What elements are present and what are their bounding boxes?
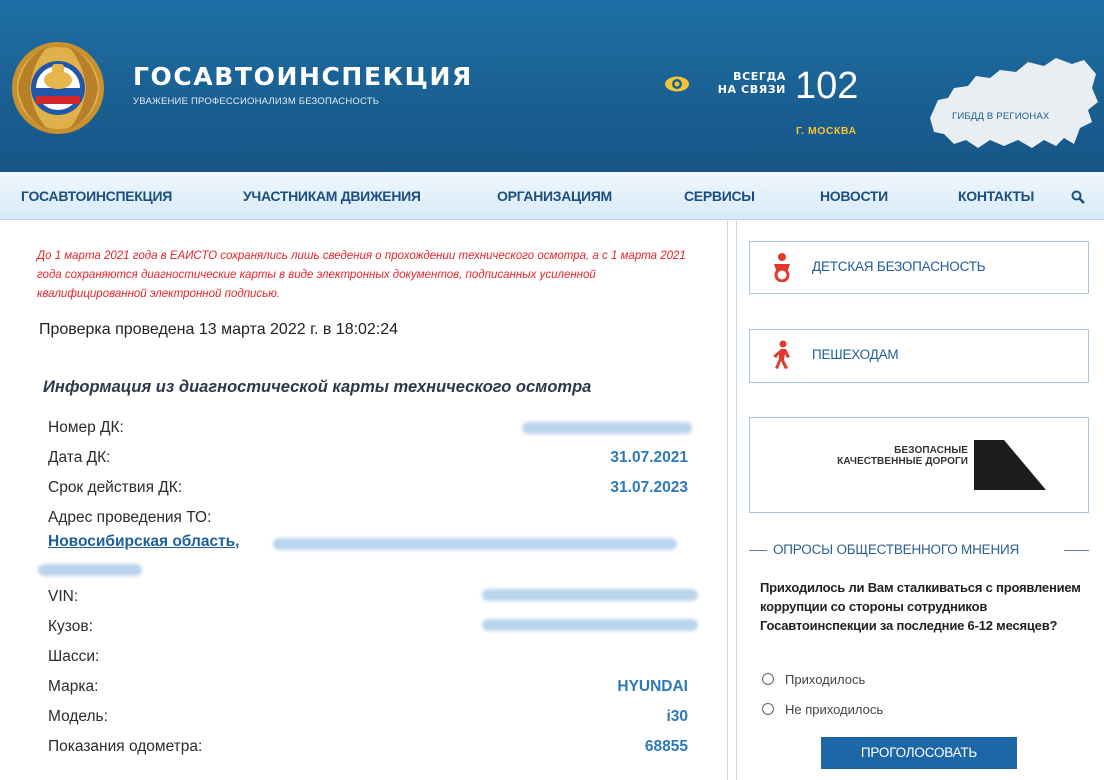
poll-question: Приходилось ли Вам сталкиваться с проявл… bbox=[760, 580, 1081, 633]
phone-caption-line2: НА СВЯЗИ bbox=[717, 83, 786, 96]
info-title: Информация из диагностической карты техн… bbox=[43, 378, 592, 396]
quality-roads-text: БЕЗОПАСНЫЕ КАЧЕСТВЕННЫЕ ДОРОГИ bbox=[812, 445, 968, 467]
brand-value: HYUNDAI bbox=[617, 678, 688, 695]
redacted-address-line2 bbox=[38, 564, 142, 576]
nav-item-news[interactable]: НОВОСТИ bbox=[820, 188, 888, 204]
nav-item-contacts[interactable]: КОНТАКТЫ bbox=[958, 188, 1034, 204]
phone-city[interactable]: Г. МОСКВА bbox=[796, 125, 857, 137]
radio-option-yes-label[interactable]: Приходилось bbox=[785, 672, 865, 687]
phone-number[interactable]: 102 bbox=[795, 64, 858, 108]
odometer-label: Показания одометра: bbox=[48, 738, 203, 755]
eaisto-notice: До 1 марта 2021 года в ЕАИСТО сохранялис… bbox=[37, 250, 686, 300]
quality-roads-line2: КАЧЕСТВЕННЫЕ ДОРОГИ bbox=[837, 456, 968, 467]
dk-date-label: Дата ДК: bbox=[48, 449, 111, 466]
model-label: Модель: bbox=[48, 708, 108, 725]
redacted-body bbox=[482, 619, 698, 631]
national-project-icon bbox=[974, 440, 1046, 490]
brand-label: Марка: bbox=[48, 678, 99, 695]
quality-roads-line1: БЕЗОПАСНЫЕ bbox=[894, 445, 968, 456]
dk-valid-label: Срок действия ДК: bbox=[48, 479, 183, 496]
brand-subtitle: УВАЖЕНИЕ ПРОФЕССИОНАЛИЗМ БЕЗОПАСНОСТЬ bbox=[133, 96, 380, 107]
redacted-address-line1 bbox=[273, 538, 677, 550]
dk-number-label: Номер ДК: bbox=[48, 419, 124, 436]
sidebar-divider bbox=[736, 221, 737, 780]
dk-valid-value: 31.07.2023 bbox=[610, 479, 688, 496]
phone-caption: ВСЕГДА НА СВЯЗИ bbox=[708, 70, 786, 96]
pedestrians-label: ПЕШЕХОДАМ bbox=[812, 347, 899, 362]
chassis-label: Шасси: bbox=[48, 648, 100, 665]
pedestrian-icon bbox=[773, 340, 790, 369]
dk-date-value: 31.07.2021 bbox=[610, 449, 688, 466]
child-safety-label: ДЕТСКАЯ БЕЗОПАСНОСТЬ bbox=[812, 259, 986, 274]
nav-item-road-users[interactable]: УЧАСТНИКАМ ДВИЖЕНИЯ bbox=[243, 188, 421, 204]
check-timestamp: Проверка проведена 13 марта 2022 г. в 18… bbox=[39, 321, 399, 338]
nav-item-services[interactable]: СЕРВИСЫ bbox=[684, 188, 755, 204]
eye-icon bbox=[665, 76, 689, 92]
radio-option-yes[interactable] bbox=[762, 673, 774, 685]
address-label: Адрес проведения ТО: bbox=[48, 509, 212, 526]
search-icon[interactable] bbox=[1071, 190, 1085, 204]
nav-item-gosavtoinspekciya[interactable]: ГОСАВТОИНСПЕКЦИЯ bbox=[21, 188, 172, 204]
site-header: ГОСАВТОИНСПЕКЦИЯ УВАЖЕНИЕ ПРОФЕССИОНАЛИЗ… bbox=[0, 0, 1104, 172]
body-label: Кузов: bbox=[48, 618, 93, 635]
redacted-vin bbox=[482, 589, 698, 601]
vin-label: VIN: bbox=[48, 588, 79, 605]
child-safety-link[interactable]: ДЕТСКАЯ БЕЗОПАСНОСТЬ bbox=[749, 241, 1089, 294]
pedestrians-link[interactable]: ПЕШЕХОДАМ bbox=[749, 329, 1089, 383]
child-icon bbox=[774, 253, 790, 282]
russia-map-icon[interactable] bbox=[924, 48, 1100, 160]
vote-button[interactable]: ПРОГОЛОСОВАТЬ bbox=[821, 737, 1017, 769]
redacted-dk-number bbox=[522, 422, 692, 434]
radio-option-no-label[interactable]: Не приходилось bbox=[785, 702, 883, 717]
odometer-value: 68855 bbox=[644, 738, 688, 755]
poll-rule-right bbox=[1064, 550, 1089, 551]
main-nav: ГОСАВТОИНСПЕКЦИЯ УЧАСТНИКАМ ДВИЖЕНИЯ ОРГ… bbox=[0, 172, 1104, 220]
phone-caption-line1: ВСЕГДА bbox=[733, 70, 786, 83]
nav-item-organizations[interactable]: ОРГАНИЗАЦИЯМ bbox=[497, 188, 612, 204]
main-panel bbox=[28, 221, 728, 780]
radio-option-no[interactable] bbox=[762, 703, 774, 715]
poll-rule-left bbox=[749, 550, 767, 551]
brand-title[interactable]: ГОСАВТОИНСПЕКЦИЯ bbox=[133, 62, 473, 91]
model-value: i30 bbox=[666, 708, 688, 725]
poll-legend: ОПРОСЫ ОБЩЕСТВЕННОГО МНЕНИЯ bbox=[772, 542, 1021, 557]
address-link[interactable]: Новосибирская область, bbox=[48, 533, 240, 551]
emblem-icon[interactable] bbox=[8, 38, 108, 138]
